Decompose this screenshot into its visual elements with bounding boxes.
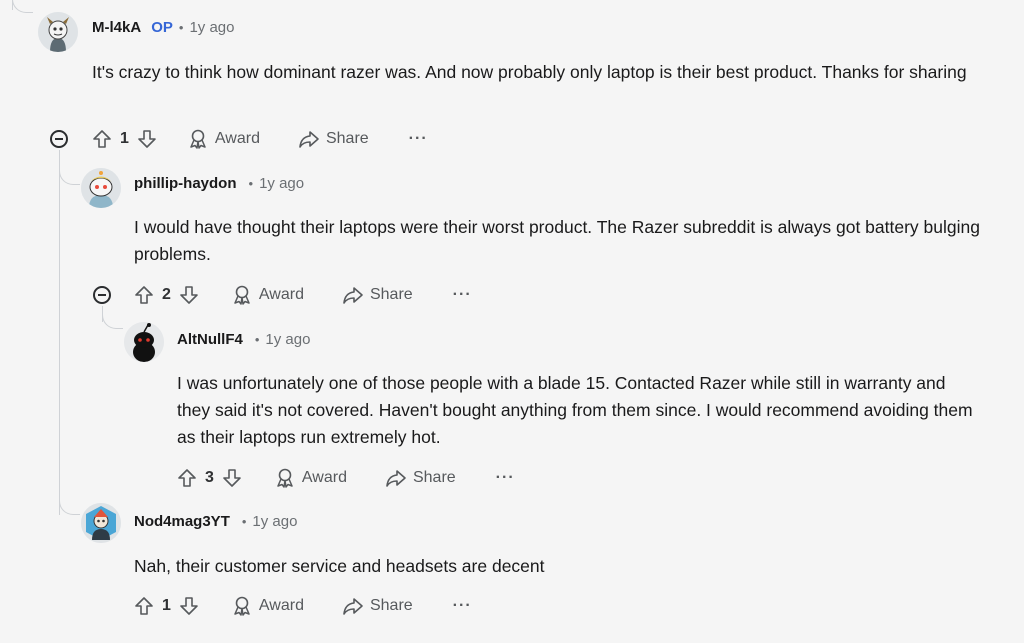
thread-curve-altnull <box>102 308 123 329</box>
comment-text: It's crazy to think how dominant razer w… <box>92 62 967 82</box>
timestamp[interactable]: 1y ago <box>189 19 234 36</box>
collapse-icon[interactable] <box>50 130 68 148</box>
award-button[interactable]: Award <box>231 284 304 306</box>
comment-meta: phillip-haydon • 1y ago <box>134 175 304 192</box>
comment-actions: 1 Award Share ··· <box>134 591 472 621</box>
downvote-icon[interactable] <box>222 468 242 488</box>
comment-meta: Nod4mag3YT • 1y ago <box>134 513 297 530</box>
meta-separator: • <box>178 20 184 35</box>
username[interactable]: AltNullF4 <box>177 331 243 348</box>
avatar[interactable] <box>81 503 121 543</box>
meta-separator: • <box>248 176 254 191</box>
vote-group: 1 <box>134 596 199 616</box>
award-label: Award <box>301 469 347 486</box>
more-options-icon[interactable]: ··· <box>409 130 428 148</box>
award-icon <box>274 467 296 489</box>
downvote-icon[interactable] <box>179 596 199 616</box>
vote-group: 1 <box>92 129 157 149</box>
collapse-icon[interactable] <box>93 286 111 304</box>
more-options-icon[interactable]: ··· <box>453 597 472 615</box>
username[interactable]: phillip-haydon <box>134 175 237 192</box>
share-button[interactable]: Share <box>342 285 413 305</box>
share-button[interactable]: Share <box>342 596 413 616</box>
upvote-icon[interactable] <box>177 468 197 488</box>
timestamp[interactable]: 1y ago <box>265 331 310 348</box>
thread-curve-root <box>12 0 33 13</box>
vote-group: 3 <box>177 468 242 488</box>
vote-score: 1 <box>162 597 171 614</box>
award-label: Award <box>214 130 260 147</box>
thread-line-level1 <box>59 150 60 515</box>
award-button[interactable]: Award <box>274 467 347 489</box>
username[interactable]: Nod4mag3YT <box>134 513 230 530</box>
award-button[interactable]: Award <box>231 595 304 617</box>
comment-actions: 2 Award Share ··· <box>134 280 472 310</box>
comment-actions: 3 Award Share ··· <box>177 463 515 493</box>
avatar[interactable] <box>38 12 78 52</box>
meta-separator: • <box>254 332 260 347</box>
avatar[interactable] <box>124 322 164 362</box>
username[interactable]: M-l4kA <box>92 19 141 36</box>
timestamp[interactable]: 1y ago <box>259 175 304 192</box>
award-icon <box>231 595 253 617</box>
downvote-icon[interactable] <box>179 285 199 305</box>
vote-score: 1 <box>120 130 129 147</box>
upvote-icon[interactable] <box>134 596 154 616</box>
share-label: Share <box>325 130 369 147</box>
timestamp[interactable]: 1y ago <box>252 513 297 530</box>
vote-score: 2 <box>162 286 171 303</box>
share-icon <box>342 285 364 305</box>
op-badge: OP <box>151 19 173 36</box>
downvote-icon[interactable] <box>137 129 157 149</box>
upvote-icon[interactable] <box>92 129 112 149</box>
comment-meta: AltNullF4 • 1y ago <box>177 331 310 348</box>
vote-score: 3 <box>205 469 214 486</box>
share-icon <box>385 468 407 488</box>
share-button[interactable]: Share <box>385 468 456 488</box>
award-label: Award <box>258 286 304 303</box>
award-button[interactable]: Award <box>187 128 260 150</box>
thread-curve-phillip <box>59 164 80 185</box>
upvote-icon[interactable] <box>134 285 154 305</box>
vote-group: 2 <box>134 285 199 305</box>
comment-text: I was unfortunately one of those people … <box>177 373 973 447</box>
award-icon <box>231 284 253 306</box>
award-label: Award <box>258 597 304 614</box>
meta-separator: • <box>241 514 247 529</box>
comment-meta: M-l4kA OP • 1y ago <box>92 19 234 36</box>
share-icon <box>342 596 364 616</box>
share-label: Share <box>369 286 413 303</box>
avatar[interactable] <box>81 168 121 208</box>
award-icon <box>187 128 209 150</box>
comment-text: Nah, their customer service and headsets… <box>134 556 545 576</box>
more-options-icon[interactable]: ··· <box>496 469 515 487</box>
thread-curve-nod <box>59 494 80 515</box>
share-button[interactable]: Share <box>298 129 369 149</box>
comment-text: I would have thought their laptops were … <box>134 217 980 264</box>
share-label: Share <box>369 597 413 614</box>
comment-actions: 1 Award Share ··· <box>92 124 428 154</box>
share-label: Share <box>412 469 456 486</box>
more-options-icon[interactable]: ··· <box>453 286 472 304</box>
share-icon <box>298 129 320 149</box>
